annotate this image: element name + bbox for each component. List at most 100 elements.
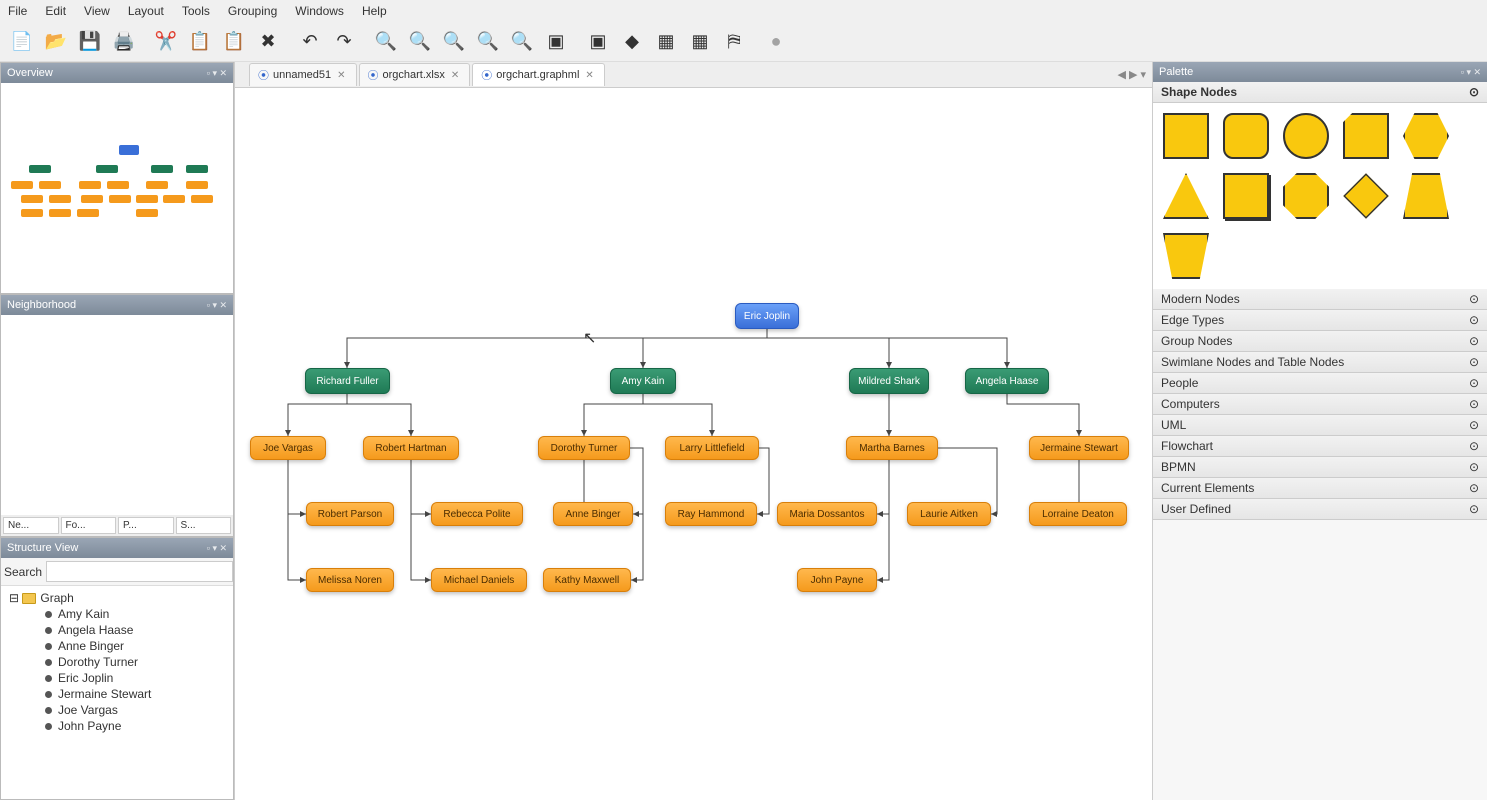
tab-mini[interactable]: Fo... <box>61 517 117 534</box>
org-node-l2[interactable]: Robert Hartman <box>363 436 459 460</box>
shape-rectangle[interactable] <box>1163 113 1209 159</box>
grid-icon[interactable]: ▦ <box>684 26 716 58</box>
menu-file[interactable]: File <box>8 4 27 18</box>
menu-edit[interactable]: Edit <box>45 4 66 18</box>
tab-mini[interactable]: P... <box>118 517 174 534</box>
print-icon[interactable]: 🖨️ <box>108 26 140 58</box>
tree-item[interactable]: Dorothy Turner <box>5 654 229 670</box>
panel-controls[interactable]: ▫ ▾ ✕ <box>207 68 227 79</box>
panel-controls[interactable]: ▫ ▾ ✕ <box>207 543 227 554</box>
org-node-l1[interactable]: Joe Vargas <box>250 436 326 460</box>
org-node-root[interactable]: Eric Joplin <box>735 303 799 329</box>
shape-trapezoid-inv[interactable] <box>1163 233 1209 279</box>
tree-item[interactable]: John Payne <box>5 718 229 734</box>
palette-section[interactable]: Modern Nodes⊙ <box>1153 289 1487 310</box>
menu-layout[interactable]: Layout <box>128 4 164 18</box>
delete-icon[interactable]: ✖ <box>252 26 284 58</box>
org-node-b4[interactable]: John Payne <box>797 568 877 592</box>
search-input[interactable] <box>46 561 233 582</box>
copy-icon[interactable]: 📋 <box>184 26 216 58</box>
org-node-b3[interactable]: Kathy Maxwell <box>543 568 631 592</box>
doc-tab[interactable]: ⦿unnamed51✕ <box>249 63 357 86</box>
palette-section[interactable]: UML⊙ <box>1153 415 1487 436</box>
menu-tools[interactable]: Tools <box>182 4 210 18</box>
panel-controls[interactable]: ▫ ▾ ✕ <box>1461 67 1481 78</box>
shape-parallelogram[interactable] <box>1343 113 1389 159</box>
org-node-b1[interactable]: Melissa Noren <box>306 568 394 592</box>
org-node-r5[interactable]: Maria Dossantos <box>777 502 877 526</box>
share-icon[interactable]: ● <box>760 26 792 58</box>
panel-controls[interactable]: ▫ ▾ ✕ <box>207 300 227 311</box>
shape-hexagon[interactable] <box>1403 113 1449 159</box>
close-icon[interactable]: ✕ <box>335 70 347 81</box>
org-node-l6[interactable]: Jermaine Stewart <box>1029 436 1129 460</box>
zoom-reset-icon[interactable]: 🔍 <box>438 26 470 58</box>
doc-tab[interactable]: ⦿orgchart.xlsx✕ <box>359 63 471 86</box>
palette-section[interactable]: Flowchart⊙ <box>1153 436 1487 457</box>
shape-ellipse[interactable] <box>1283 113 1329 159</box>
org-node-l5[interactable]: Martha Barnes <box>846 436 938 460</box>
palette-section[interactable]: Group Nodes⊙ <box>1153 331 1487 352</box>
zoom-fit-icon[interactable]: 🔍 <box>472 26 504 58</box>
orthogonal-icon[interactable]: ⛿ <box>718 26 750 58</box>
open-file-icon[interactable]: 📂 <box>40 26 72 58</box>
org-node-l3[interactable]: Dorothy Turner <box>538 436 630 460</box>
tab-mini[interactable]: Ne... <box>3 517 59 534</box>
org-node-r6[interactable]: Laurie Aitken <box>907 502 991 526</box>
org-node-r2[interactable]: Rebecca Polite <box>431 502 523 526</box>
shape-3d-rect[interactable] <box>1223 173 1269 219</box>
paste-icon[interactable]: 📋 <box>218 26 250 58</box>
org-node-r1[interactable]: Robert Parson <box>306 502 394 526</box>
fit-content-icon[interactable]: ▣ <box>540 26 572 58</box>
tree-item[interactable]: Joe Vargas <box>5 702 229 718</box>
navigation-icon[interactable]: ◆ <box>616 26 648 58</box>
edit-mode-icon[interactable]: ▣ <box>582 26 614 58</box>
shape-diamond[interactable] <box>1343 173 1389 219</box>
undo-icon[interactable]: ↶ <box>294 26 326 58</box>
tab-mini[interactable]: S... <box>176 517 232 534</box>
neighborhood-canvas[interactable] <box>1 315 233 515</box>
org-node-r7[interactable]: Lorraine Deaton <box>1029 502 1127 526</box>
palette-section[interactable]: Swimlane Nodes and Table Nodes⊙ <box>1153 352 1487 373</box>
shape-octagon[interactable] <box>1283 173 1329 219</box>
palette-section[interactable]: Edge Types⊙ <box>1153 310 1487 331</box>
new-file-icon[interactable]: 📄 <box>6 26 38 58</box>
org-node-l4[interactable]: Larry Littlefield <box>665 436 759 460</box>
org-node-r3[interactable]: Anne Binger <box>553 502 633 526</box>
tree-item[interactable]: Jermaine Stewart <box>5 686 229 702</box>
org-node-m1[interactable]: Richard Fuller <box>305 368 390 394</box>
shape-triangle[interactable] <box>1163 173 1209 219</box>
cut-icon[interactable]: ✂️ <box>150 26 182 58</box>
structure-tree[interactable]: ⊟ Graph Amy Kain Angela Haase Anne Binge… <box>1 586 233 746</box>
org-node-r4[interactable]: Ray Hammond <box>665 502 757 526</box>
org-node-m4[interactable]: Angela Haase <box>965 368 1049 394</box>
doc-tab-active[interactable]: ⦿orgchart.graphml✕ <box>472 63 605 86</box>
save-icon[interactable]: 💾 <box>74 26 106 58</box>
shape-rounded-rect[interactable] <box>1223 113 1269 159</box>
close-icon[interactable]: ✕ <box>583 70 595 81</box>
tab-nav[interactable]: ◀ ▶ ▾ <box>1117 68 1146 81</box>
close-icon[interactable]: ✕ <box>449 70 461 81</box>
palette-section[interactable]: Computers⊙ <box>1153 394 1487 415</box>
menu-help[interactable]: Help <box>362 4 387 18</box>
palette-section[interactable]: BPMN⊙ <box>1153 457 1487 478</box>
zoom-in-icon[interactable]: 🔍 <box>370 26 402 58</box>
zoom-selection-icon[interactable]: 🔍 <box>506 26 538 58</box>
menu-windows[interactable]: Windows <box>295 4 344 18</box>
org-node-m3[interactable]: Mildred Shark <box>849 368 929 394</box>
shape-trapezoid[interactable] <box>1403 173 1449 219</box>
menu-grouping[interactable]: Grouping <box>228 4 277 18</box>
org-node-m2[interactable]: Amy Kain <box>610 368 676 394</box>
menu-view[interactable]: View <box>84 4 110 18</box>
palette-section[interactable]: User Defined⊙ <box>1153 499 1487 520</box>
zoom-out-icon[interactable]: 🔍 <box>404 26 436 58</box>
hierarchy-icon[interactable]: ▦ <box>650 26 682 58</box>
tree-item[interactable]: Eric Joplin <box>5 670 229 686</box>
palette-section[interactable]: Current Elements⊙ <box>1153 478 1487 499</box>
org-node-b2[interactable]: Michael Daniels <box>431 568 527 592</box>
tree-item[interactable]: Anne Binger <box>5 638 229 654</box>
palette-section[interactable]: People⊙ <box>1153 373 1487 394</box>
tree-root[interactable]: ⊟ Graph <box>5 590 229 606</box>
redo-icon[interactable]: ↷ <box>328 26 360 58</box>
overview-canvas[interactable] <box>1 83 233 293</box>
